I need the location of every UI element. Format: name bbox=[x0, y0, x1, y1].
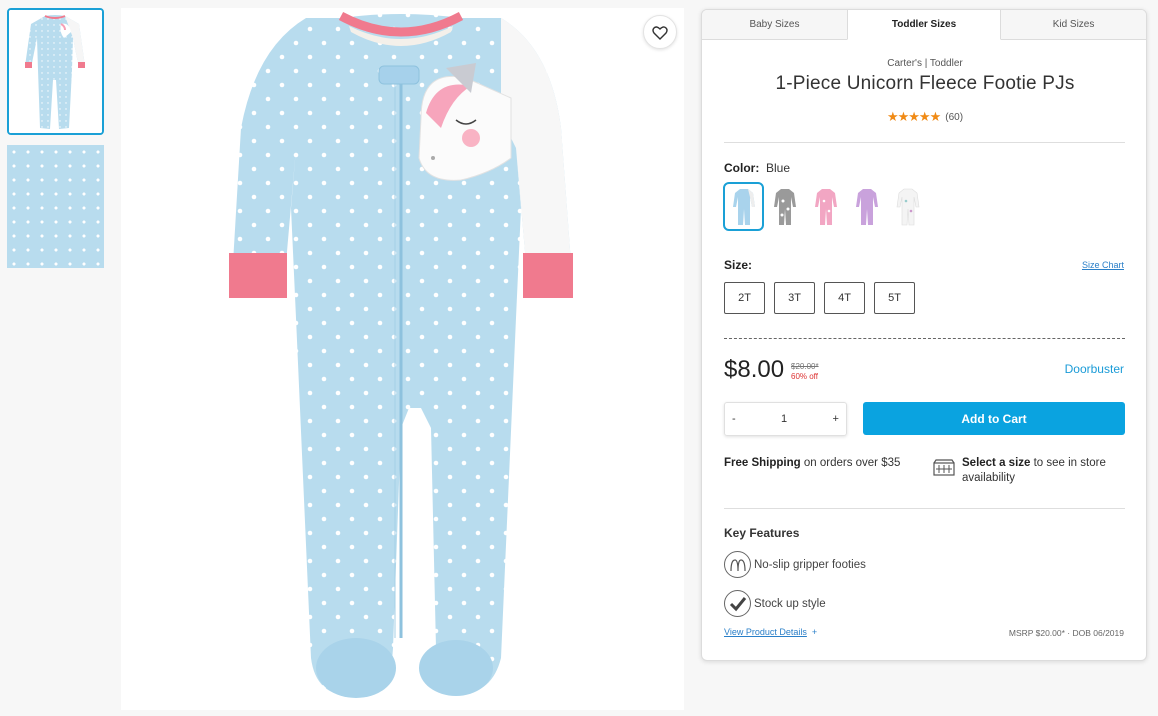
shipping-info: Free Shipping on orders over $35 bbox=[724, 456, 914, 471]
quantity-increase-button[interactable]: + bbox=[833, 413, 839, 425]
color-swatches bbox=[723, 182, 928, 231]
checkmark-icon bbox=[724, 590, 751, 617]
quantity-decrease-button[interactable]: - bbox=[732, 413, 736, 425]
color-label-text: Color: bbox=[724, 161, 760, 175]
size-chart-link[interactable]: Size Chart bbox=[1082, 260, 1124, 270]
original-price: $20.00* bbox=[791, 362, 819, 371]
store-icon bbox=[933, 459, 955, 481]
feature-item: Stock up style bbox=[724, 590, 826, 617]
size-label: Size: bbox=[724, 258, 753, 272]
product-details-panel: Baby Sizes Toddler Sizes Kid Sizes Carte… bbox=[701, 9, 1147, 661]
swatch-gray-print-image bbox=[773, 188, 796, 225]
swatch-white-print-image bbox=[896, 188, 919, 225]
discount-percent: 60% off bbox=[791, 372, 818, 381]
swatch-gray-print[interactable] bbox=[764, 182, 805, 231]
review-count: (60) bbox=[945, 111, 964, 123]
thumbnail-fabric-detail[interactable] bbox=[7, 145, 104, 268]
swatch-blue[interactable] bbox=[723, 182, 764, 231]
size-options: 2T 3T 4T 5T bbox=[724, 282, 915, 314]
sale-price: $8.00 bbox=[724, 356, 785, 383]
quantity-input[interactable]: 1 bbox=[781, 413, 787, 425]
pajama-illustration bbox=[229, 12, 573, 698]
view-product-details-link[interactable]: View Product Details + bbox=[724, 627, 817, 637]
tab-toddler-sizes[interactable]: Toddler Sizes bbox=[846, 10, 1002, 40]
quantity-stepper: - 1 + bbox=[724, 402, 847, 436]
feature-item: No-slip gripper footies bbox=[724, 551, 866, 578]
feature-text: Stock up style bbox=[754, 597, 826, 610]
size-option-4t[interactable]: 4T bbox=[824, 282, 865, 314]
store-availability[interactable]: Select a size to see in store availabili… bbox=[962, 456, 1132, 486]
promo-label: Doorbuster bbox=[1064, 362, 1124, 376]
view-details-text: View Product Details bbox=[724, 627, 807, 637]
thumbnail-front-view[interactable] bbox=[7, 8, 104, 135]
thumbnail-pajama-image bbox=[9, 10, 102, 133]
swatch-white-print[interactable] bbox=[887, 182, 928, 231]
product-title: 1-Piece Unicorn Fleece Footie PJs bbox=[775, 73, 1075, 94]
swatch-pink-print-image bbox=[814, 188, 837, 225]
size-option-5t[interactable]: 5T bbox=[874, 282, 915, 314]
divider bbox=[724, 508, 1125, 509]
dashed-divider bbox=[724, 338, 1125, 339]
selected-color: Blue bbox=[766, 161, 791, 175]
size-option-3t[interactable]: 3T bbox=[774, 282, 815, 314]
product-page: Baby Sizes Toddler Sizes Kid Sizes Carte… bbox=[0, 0, 1158, 716]
heart-icon bbox=[652, 25, 668, 40]
color-label: Color: Blue bbox=[724, 161, 790, 175]
divider bbox=[724, 142, 1125, 143]
view-details-plus: + bbox=[811, 627, 818, 637]
tab-kid-sizes[interactable]: Kid Sizes bbox=[1001, 10, 1146, 39]
rating-stars: ★★★★★ bbox=[886, 109, 941, 124]
shipping-text: on orders over $35 bbox=[800, 457, 901, 469]
swatch-purple-image bbox=[855, 188, 878, 225]
swatch-purple[interactable] bbox=[846, 182, 887, 231]
tab-baby-sizes[interactable]: Baby Sizes bbox=[702, 10, 847, 39]
swatch-blue-image bbox=[732, 188, 755, 225]
product-rating[interactable]: ★★★★★ (60) bbox=[702, 109, 1146, 125]
size-option-2t[interactable]: 2T bbox=[724, 282, 765, 314]
shipping-bold: Free Shipping bbox=[724, 457, 801, 469]
msrp-info: MSRP $20.00* · DOB 06/2019 bbox=[1008, 628, 1124, 638]
main-product-image bbox=[121, 8, 684, 710]
add-to-cart-button[interactable]: Add to Cart bbox=[863, 402, 1125, 435]
store-bold: Select a size bbox=[962, 457, 1031, 469]
gripper-footie-icon bbox=[724, 551, 751, 578]
size-range-tabs: Baby Sizes Toddler Sizes Kid Sizes bbox=[702, 10, 1146, 40]
feature-text: No-slip gripper footies bbox=[754, 558, 866, 571]
key-features-title: Key Features bbox=[724, 526, 800, 540]
brand-line: Carter's | Toddler bbox=[887, 58, 963, 69]
swatch-pink-print[interactable] bbox=[805, 182, 846, 231]
favorite-button[interactable] bbox=[643, 15, 677, 49]
